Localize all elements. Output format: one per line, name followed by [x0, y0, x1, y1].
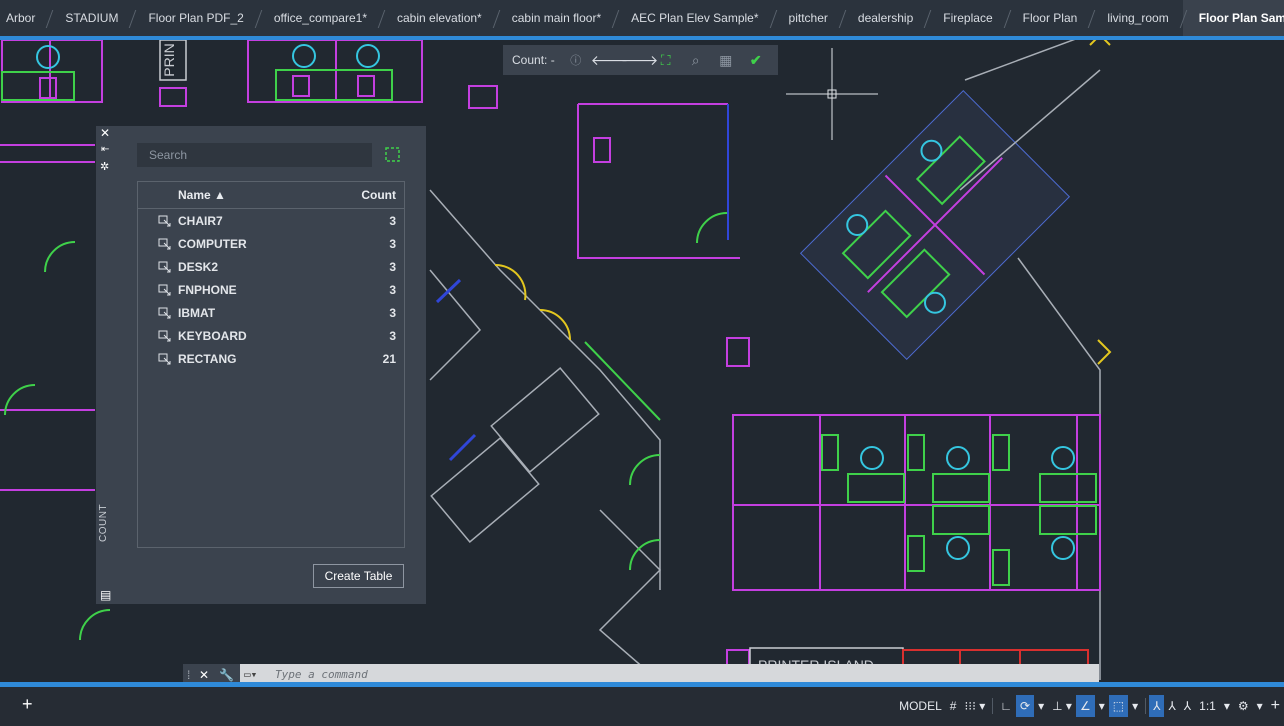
count-row-name: KEYBOARD: [178, 328, 247, 343]
divider: [992, 698, 994, 714]
tab-pittcher[interactable]: pittcher: [773, 0, 842, 36]
count-row[interactable]: CHAIR7 3: [138, 209, 404, 232]
count-row-count: 3: [389, 236, 396, 251]
count-row-count: 3: [389, 328, 396, 343]
count-row-name: FNPHONE: [178, 282, 237, 297]
check-icon[interactable]: ✔: [741, 52, 771, 69]
count-row-count: 3: [389, 213, 396, 228]
close-icon[interactable]: ✕: [100, 126, 110, 140]
prev-arrow-icon[interactable]: 🡐: [591, 52, 629, 69]
properties-icon[interactable]: ✲: [100, 160, 109, 173]
tab-aec-plan-elev-sample[interactable]: AEC Plan Elev Sample*: [615, 0, 772, 36]
count-row-count: 3: [389, 282, 396, 297]
polar-dropdown-icon[interactable]: ▾: [1034, 695, 1048, 717]
count-row-count: 3: [389, 305, 396, 320]
count-row[interactable]: KEYBOARD 3: [138, 324, 404, 347]
block-icon: [158, 261, 171, 272]
command-history-icon[interactable]: ▭▾: [244, 668, 257, 681]
count-row[interactable]: FNPHONE 3: [138, 278, 404, 301]
count-row-count: 21: [382, 351, 396, 366]
snap-icon[interactable]: ⁝⁝⁝ ▾: [960, 695, 989, 717]
tab-living-room[interactable]: living_room: [1091, 0, 1182, 36]
block-icon: [158, 307, 171, 318]
add-layout-icon[interactable]: +: [22, 694, 33, 715]
annotation-scale-value[interactable]: 1:1: [1195, 695, 1220, 717]
tab-arbor[interactable]: Arbor: [0, 0, 49, 36]
tab-office-compare1[interactable]: office_compare1*: [258, 0, 381, 36]
column-header-name[interactable]: Name ▲: [138, 188, 348, 202]
count-row-name: DESK2: [178, 259, 219, 274]
next-arrow-icon[interactable]: 🡒: [621, 52, 659, 69]
object-snap-icon[interactable]: ⬚: [1108, 695, 1129, 717]
count-list-header: Name ▲ Count: [138, 182, 404, 209]
isodraft-icon[interactable]: ⊥ ▾: [1048, 695, 1076, 717]
object-snap-tracking-icon[interactable]: ∠: [1075, 695, 1095, 717]
block-icon: [158, 238, 171, 249]
annotation-scale-icon[interactable]: ⅄: [1180, 695, 1195, 717]
select-objects-icon[interactable]: [384, 146, 402, 164]
document-tab-bar: Arbor STADIUM Floor Plan PDF_2 office_compa…: [0, 0, 1284, 36]
count-palette-title: COUNT: [98, 503, 109, 542]
workspace-gear-icon[interactable]: ⚙: [1234, 695, 1253, 717]
osnap-settings-dropdown-icon[interactable]: ▾: [1128, 695, 1142, 717]
create-table-button[interactable]: Create Table: [313, 564, 404, 588]
close-command-icon[interactable]: ✕: [199, 668, 209, 682]
tab-stadium[interactable]: STADIUM: [49, 0, 132, 36]
tab-floor-plan-samp[interactable]: Floor Plan Samp: [1182, 0, 1284, 36]
tab-cabin-main-floor[interactable]: cabin main floor*: [496, 0, 615, 36]
model-space-button[interactable]: MODEL: [895, 695, 946, 717]
count-palette: Search Name ▲ Count CHAIR7 3 COMPUTER 3 DESK…: [116, 126, 426, 604]
insert-table-icon[interactable]: ▦: [711, 52, 741, 69]
autohide-icon[interactable]: ⇤: [101, 144, 109, 155]
tab-cabin-elevation[interactable]: cabin elevation*: [381, 0, 496, 36]
count-list: Name ▲ Count CHAIR7 3 COMPUTER 3 DESK2 3 FNPHO…: [137, 181, 405, 548]
scale-dropdown-icon[interactable]: ▾: [1220, 695, 1234, 717]
customize-wrench-icon[interactable]: 🔧: [219, 668, 234, 682]
count-row-name: RECTANG: [178, 351, 237, 366]
tab-fireplace[interactable]: Fireplace: [927, 0, 1006, 36]
block-icon: [158, 353, 171, 364]
workspace-dropdown-icon[interactable]: ▾: [1253, 695, 1267, 717]
count-row-name: COMPUTER: [178, 236, 247, 251]
command-placeholder: Type a command: [275, 668, 368, 681]
polar-tracking-icon[interactable]: ⟳: [1016, 695, 1035, 717]
count-row-name: IBMAT: [178, 305, 216, 320]
zoom-extents-icon[interactable]: ⛶: [651, 52, 681, 69]
count-row[interactable]: IBMAT 3: [138, 301, 404, 324]
column-header-count[interactable]: Count: [348, 188, 404, 202]
count-row-count: 3: [389, 259, 396, 274]
info-icon[interactable]: ⓘ: [561, 52, 591, 68]
search-input[interactable]: Search: [137, 143, 372, 167]
osnap-dropdown-icon[interactable]: ▾: [1095, 695, 1109, 717]
count-row[interactable]: RECTANG 21: [138, 347, 404, 370]
block-icon: [158, 330, 171, 341]
status-bar: + MODEL # ⁝⁝⁝ ▾ ∟ ⟳ ▾ ⊥ ▾ ∠ ▾ ⬚ ▾ ⅄ ⅄ ⅄ …: [0, 687, 1284, 726]
block-icon: [158, 284, 171, 295]
ortho-icon[interactable]: ∟: [996, 695, 1016, 717]
grid-icon[interactable]: #: [946, 695, 961, 717]
grip-icon[interactable]: ⁞: [187, 668, 190, 682]
count-row[interactable]: DESK2 3: [138, 255, 404, 278]
tab-floor-plan-pdf-2[interactable]: Floor Plan PDF_2: [132, 0, 257, 36]
find-icon[interactable]: ⌕: [681, 52, 711, 69]
count-toolbar-label: Count: -: [512, 53, 555, 67]
tab-floor-plan[interactable]: Floor Plan: [1007, 0, 1092, 36]
count-row[interactable]: COMPUTER 3: [138, 232, 404, 255]
count-row-name: CHAIR7: [178, 213, 223, 228]
count-toolbar: Count: - ⓘ 🡐 🡒 ⛶ ⌕ ▦ ✔: [503, 45, 778, 75]
block-icon: [158, 215, 171, 226]
tab-dealership[interactable]: dealership: [842, 0, 927, 36]
customize-plus-icon[interactable]: +: [1267, 695, 1284, 717]
divider: [1145, 698, 1147, 714]
count-palette-icon: ▤: [100, 588, 112, 602]
annotation-visibility-icon[interactable]: ⅄: [1149, 695, 1165, 717]
auto-scale-icon[interactable]: ⅄: [1164, 695, 1179, 717]
prin-label: PRIN: [161, 43, 177, 76]
